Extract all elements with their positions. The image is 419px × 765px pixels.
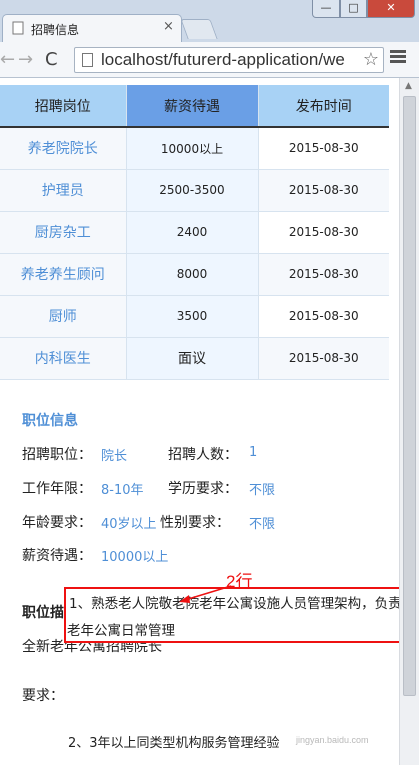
gender-value: 不限 [249, 517, 276, 532]
job-date: 2015-08-30 [257, 337, 389, 380]
education-label: 学历要求： [168, 481, 238, 497]
browser-tab[interactable]: 招聘信息 × [2, 14, 182, 42]
maximize-button[interactable]: □ [340, 0, 367, 18]
tab-title: 招聘信息 [31, 23, 80, 37]
gender-label: 性别要求： [160, 515, 230, 531]
table-row[interactable]: 护理员 2500-3500 2015-08-30 [0, 169, 389, 212]
table-row[interactable]: 厨师 3500 2015-08-30 [0, 295, 389, 338]
table-row[interactable]: 养老院院长 10000以上 2015-08-30 [0, 127, 389, 170]
page-favicon-icon [12, 21, 24, 35]
header-date[interactable]: 发布时间 [257, 85, 389, 128]
age-value: 40岁以上 [101, 517, 157, 532]
job-date: 2015-08-30 [257, 295, 389, 338]
job-date: 2015-08-30 [257, 211, 389, 254]
address-bar[interactable]: localhost/futurerd-application/we ☆ [74, 47, 384, 73]
job-salary: 2400 [125, 211, 258, 254]
back-arrow-icon[interactable]: ← [0, 49, 15, 70]
new-tab-button[interactable] [180, 19, 218, 39]
browser-titlebar: 招聘信息 × — □ ✕ [0, 0, 419, 42]
job-salary: 面议 [125, 337, 258, 380]
position-value: 院长 [101, 449, 128, 464]
job-date: 2015-08-30 [257, 127, 389, 170]
job-position-link[interactable]: 养老院院长 [0, 127, 126, 170]
job-salary: 10000以上 [125, 127, 258, 170]
vertical-scrollbar[interactable]: ▲ [399, 78, 419, 765]
page-content: 招聘岗位 薪资待遇 发布时间 养老院院长 10000以上 2015-08-30 … [0, 78, 399, 765]
job-salary: 8000 [125, 253, 258, 296]
watermark: jingyan.baidu.com [296, 735, 369, 745]
jobs-table: 招聘岗位 薪资待遇 发布时间 养老院院长 10000以上 2015-08-30 … [0, 85, 389, 380]
salary-label: 薪资待遇： [22, 548, 92, 564]
minimize-button[interactable]: — [312, 0, 340, 18]
job-position-link[interactable]: 护理员 [0, 169, 126, 212]
job-position-link[interactable]: 内科医生 [0, 337, 126, 380]
page-icon [82, 53, 93, 67]
reload-icon[interactable]: C [45, 49, 58, 70]
job-salary: 3500 [125, 295, 258, 338]
header-salary[interactable]: 薪资待遇 [125, 85, 258, 128]
job-date: 2015-08-30 [257, 253, 389, 296]
salary-value: 10000以上 [101, 550, 169, 565]
headcount-label: 招聘人数： [168, 447, 238, 463]
job-position-link[interactable]: 厨师 [0, 295, 126, 338]
experience-value: 8-10年 [101, 483, 144, 498]
tab-close-icon[interactable]: × [163, 19, 174, 34]
table-row[interactable]: 厨房杂工 2400 2015-08-30 [0, 211, 389, 254]
forward-arrow-icon[interactable]: → [18, 49, 33, 70]
job-date: 2015-08-30 [257, 169, 389, 212]
menu-icon[interactable] [390, 50, 406, 66]
url-text[interactable]: localhost/futurerd-application/we [101, 50, 345, 70]
requirement-line-1b: 老年公寓日常管理 [67, 623, 175, 639]
education-value: 不限 [249, 483, 276, 498]
browser-toolbar: ← → C localhost/futurerd-application/we … [0, 42, 419, 78]
requirement-line-1a: 1、熟悉老人院敬老院老年公寓设施人员管理架构，负责 [69, 596, 401, 612]
experience-label: 工作年限： [22, 481, 92, 497]
requirement-line-2: 2、3年以上同类型机构服务管理经验 [68, 736, 280, 751]
requirements-label: 要求： [22, 688, 64, 704]
age-label: 年龄要求： [22, 515, 92, 531]
close-window-button[interactable]: ✕ [367, 0, 415, 18]
scroll-thumb[interactable] [403, 96, 416, 696]
headcount-value: 1 [249, 445, 258, 460]
job-salary: 2500-3500 [125, 169, 258, 212]
annotation-arrow-icon [179, 585, 232, 603]
job-position-link[interactable]: 养老养生顾问 [0, 253, 126, 296]
scroll-up-icon[interactable]: ▲ [405, 81, 412, 91]
job-info-title: 职位信息 [22, 413, 78, 429]
job-position-link[interactable]: 厨房杂工 [0, 211, 126, 254]
header-position[interactable]: 招聘岗位 [0, 85, 126, 128]
bookmark-star-icon[interactable]: ☆ [360, 49, 379, 70]
position-label: 招聘职位： [22, 447, 92, 463]
table-row[interactable]: 养老养生顾问 8000 2015-08-30 [0, 253, 389, 296]
table-row[interactable]: 内科医生 面议 2015-08-30 [0, 337, 389, 380]
